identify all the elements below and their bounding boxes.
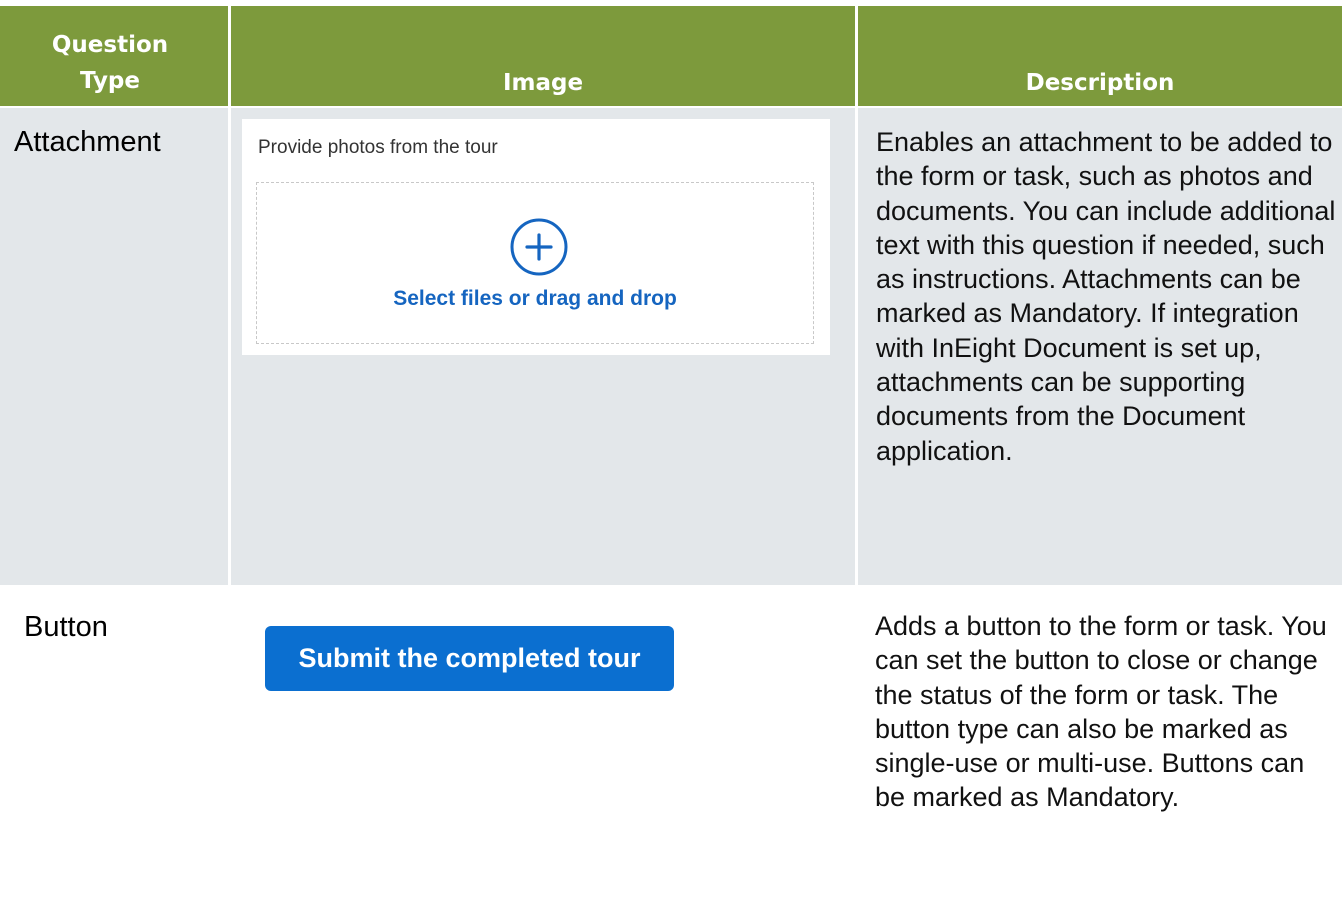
- header-question-type: Question Type: [51, 32, 169, 94]
- question-type-label: Button: [24, 611, 108, 643]
- question-type-label: Attachment: [14, 126, 161, 158]
- plus-circle-icon[interactable]: [509, 217, 569, 277]
- button-description: Adds a button to the form or task. You c…: [875, 611, 1327, 813]
- submit-tour-button[interactable]: Submit the completed tour: [265, 626, 674, 691]
- file-dropzone[interactable]: Select files or drag and drop: [256, 182, 814, 344]
- attachment-description: Enables an attachment to be added to the…: [876, 127, 1336, 466]
- question-types-table: Question Type Image Description Attachme…: [0, 0, 1342, 903]
- table-header: Question Type Image Description: [0, 6, 1342, 106]
- cell-question-type: [0, 108, 228, 585]
- select-files-link[interactable]: Select files or drag and drop: [257, 287, 813, 311]
- header-description: Description: [1025, 70, 1175, 96]
- attachment-question-label: Provide photos from the tour: [258, 137, 498, 158]
- header-image: Image: [502, 70, 584, 96]
- attachment-preview: Provide photos from the tour Select file…: [242, 119, 830, 355]
